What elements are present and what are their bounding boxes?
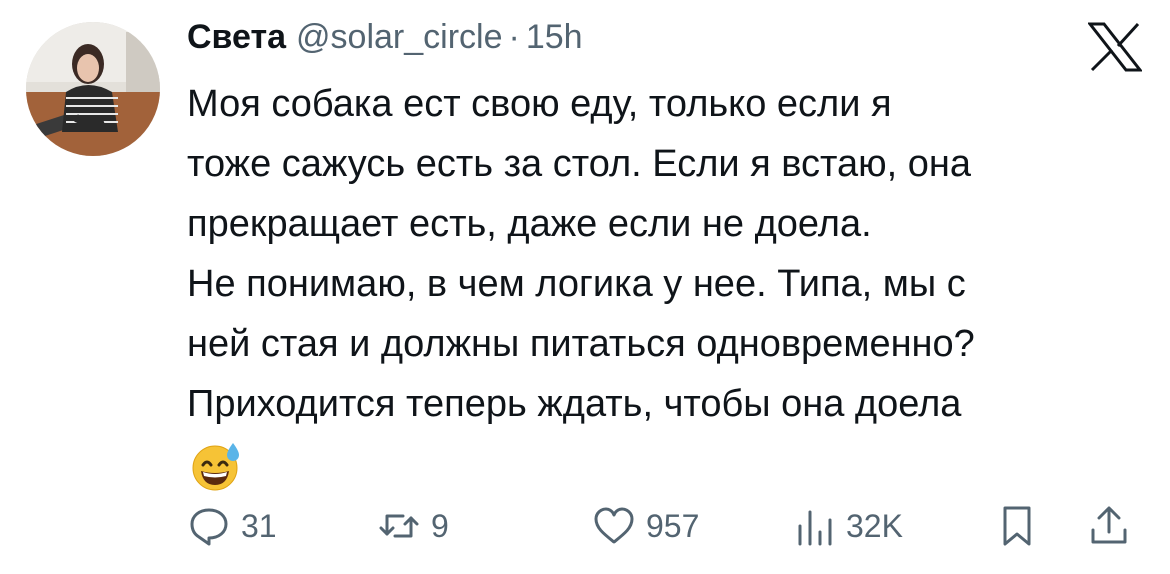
bookmark-button[interactable] [995, 498, 1039, 554]
tweet: Света @solar_circle · 15h Моя собака ест… [187, 18, 1147, 494]
share-button[interactable] [1087, 498, 1131, 554]
x-logo-icon[interactable] [1088, 22, 1142, 72]
avatar-photo [26, 22, 160, 156]
reply-count: 31 [241, 507, 277, 544]
tweet-text: Моя собака ест свою еду, только если я т… [187, 74, 1147, 494]
timestamp[interactable]: 15h [526, 18, 583, 57]
like-button[interactable]: 957 [592, 498, 699, 554]
action-bar: 31 9 957 32K [187, 498, 1147, 554]
heart-icon [594, 507, 634, 544]
avatar[interactable] [26, 22, 160, 156]
reply-button[interactable]: 31 [187, 498, 277, 554]
tweet-body: Моя собака ест свою еду, только если я т… [187, 83, 975, 425]
views-button[interactable]: 32K [792, 498, 903, 554]
view-count: 32K [846, 507, 903, 544]
retweet-button[interactable]: 9 [377, 498, 449, 554]
share-icon [1091, 506, 1127, 544]
reply-icon [190, 508, 228, 546]
like-count: 957 [646, 507, 700, 544]
retweet-icon [379, 514, 419, 538]
display-name[interactable]: Света [187, 18, 286, 57]
views-icon [798, 510, 832, 546]
tweet-header: Света @solar_circle · 15h [187, 18, 1147, 70]
grinning-face-with-sweat-emoji [189, 439, 243, 493]
user-handle[interactable]: @solar_circle [296, 18, 502, 57]
retweet-count: 9 [431, 507, 449, 544]
separator-dot: · [508, 18, 520, 56]
bookmark-icon [1003, 506, 1031, 546]
